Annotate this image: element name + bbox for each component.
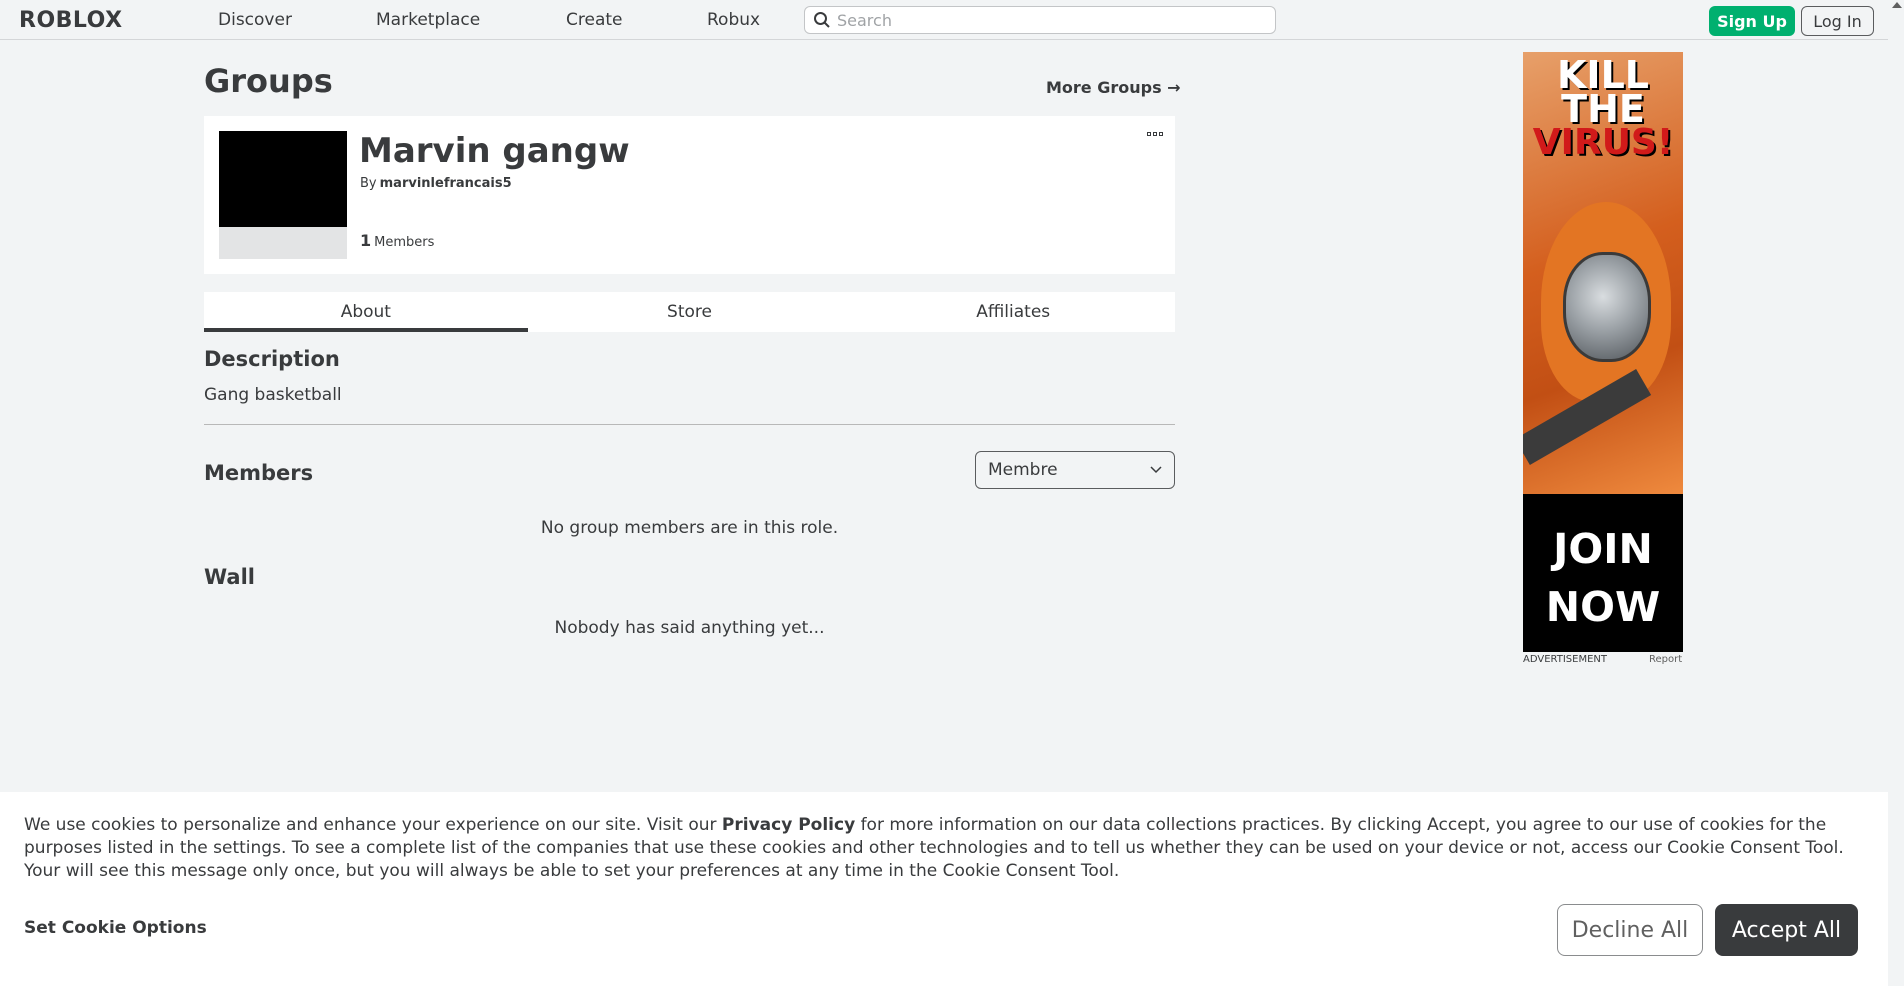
tab-store[interactable]: Store — [528, 292, 852, 332]
description-title: Description — [204, 347, 340, 371]
member-count-value: 1 — [360, 231, 372, 250]
decline-all-button[interactable]: Decline All — [1557, 904, 1703, 956]
cookie-banner: We use cookies to personalize and enhanc… — [0, 792, 1888, 986]
wall-empty-message: Nobody has said anything yet... — [554, 618, 825, 638]
cookie-message: We use cookies to personalize and enhanc… — [24, 815, 1844, 881]
more-options-icon[interactable] — [1147, 132, 1163, 136]
section-divider — [204, 424, 1175, 425]
report-ad-link[interactable]: Report — [1649, 654, 1682, 665]
group-name: Marvin gangw — [359, 131, 630, 171]
advertisement-label: ADVERTISEMENT — [1523, 654, 1608, 665]
search-input[interactable] — [837, 10, 1257, 30]
group-emblem-footer — [219, 227, 347, 259]
privacy-policy-link[interactable]: Privacy Policy — [722, 815, 855, 835]
tab-about[interactable]: About — [204, 292, 528, 332]
ad-headline: KILL THE VIRUS! — [1532, 53, 1674, 163]
nav-discover[interactable]: Discover — [218, 10, 292, 30]
ad-cta-text: JOIN NOW — [1545, 525, 1661, 631]
member-count-label: Members — [374, 235, 435, 250]
roblox-logo[interactable]: ROBLOX — [19, 7, 123, 33]
no-members-message: No group members are in this role. — [540, 518, 839, 538]
group-emblem — [219, 131, 347, 227]
signup-button[interactable]: Sign Up — [1709, 6, 1795, 36]
nav-create[interactable]: Create — [566, 10, 623, 30]
page-title: Groups — [204, 62, 333, 100]
nav-robux[interactable]: Robux — [707, 10, 760, 30]
login-button[interactable]: Log In — [1801, 6, 1874, 36]
by-label: By — [360, 176, 377, 191]
wall-title: Wall — [204, 565, 255, 589]
group-owner-line: By marvinlefrancais5 — [360, 176, 512, 191]
group-owner-link[interactable]: marvinlefrancais5 — [380, 176, 512, 191]
member-count: 1 Members — [360, 231, 434, 250]
description-text: Gang basketball — [204, 385, 342, 405]
logo-text: ROBLOX — [19, 7, 123, 33]
role-dropdown-value: Membre — [988, 460, 1058, 480]
search-icon — [814, 12, 830, 28]
tab-affiliates[interactable]: Affiliates — [851, 292, 1175, 332]
chevron-down-icon — [1150, 466, 1162, 474]
accept-all-button[interactable]: Accept All — [1715, 904, 1858, 956]
members-title: Members — [204, 461, 314, 485]
advertisement-banner[interactable]: KILL THE VIRUS! JOIN NOW — [1523, 52, 1683, 652]
ad-artwork: KILL THE VIRUS! — [1523, 52, 1683, 494]
top-navigation: ROBLOX Discover Marketplace Create Robux… — [0, 0, 1888, 40]
scrollbar-up-arrow-icon[interactable] — [1892, 2, 1902, 8]
group-tabs: About Store Affiliates — [204, 292, 1175, 332]
set-cookie-options-link[interactable]: Set Cookie Options — [24, 918, 207, 938]
role-dropdown[interactable]: Membre — [975, 451, 1175, 489]
search-box[interactable] — [804, 6, 1276, 34]
nav-marketplace[interactable]: Marketplace — [376, 10, 480, 30]
more-groups-link[interactable]: More Groups → — [1046, 78, 1181, 97]
group-header-card: Marvin gangw By marvinlefrancais5 1 Member… — [204, 116, 1175, 274]
